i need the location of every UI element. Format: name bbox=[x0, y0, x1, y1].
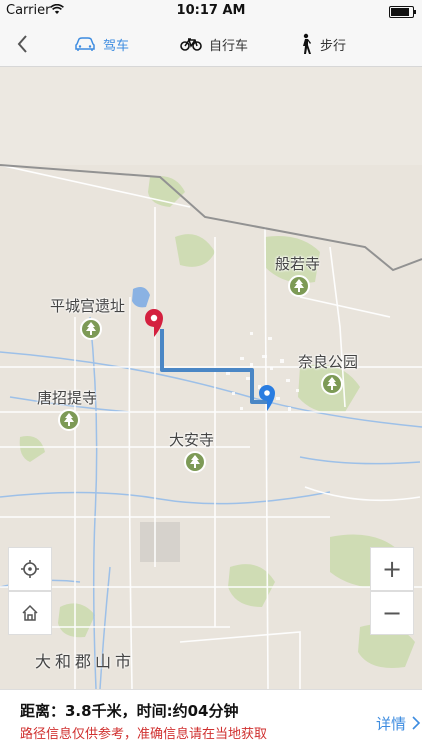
map-view[interactable]: 般若寺 平城宫遗址 奈良公园 唐招提寺 大安寺 大和郡山市 + − bbox=[0, 67, 422, 689]
zoom-out-button[interactable]: − bbox=[370, 591, 414, 635]
tree-icon[interactable] bbox=[58, 409, 80, 431]
map-base bbox=[0, 67, 422, 689]
chevron-left-icon[interactable] bbox=[12, 30, 36, 58]
tab-drive[interactable]: 驾车 bbox=[74, 34, 129, 54]
bicycle-icon bbox=[180, 38, 202, 51]
battery-icon bbox=[389, 6, 416, 18]
walking-person-icon bbox=[303, 33, 311, 54]
poi-label-daianji[interactable]: 大安寺 bbox=[169, 429, 214, 450]
tab-walk-label: 步行 bbox=[320, 38, 347, 54]
battery-level bbox=[391, 8, 409, 16]
poi-label-heijo-palace[interactable]: 平城宫遗址 bbox=[50, 295, 125, 316]
status-time: 10:17 AM bbox=[176, 3, 246, 18]
route-distance-text: 距离：3.8千米，时间:约04分钟 bbox=[20, 702, 239, 720]
poi-label-hannyaji[interactable]: 般若寺 bbox=[275, 253, 320, 274]
car-icon bbox=[75, 37, 95, 51]
tab-drive-label: 驾车 bbox=[103, 38, 130, 54]
tab-walk[interactable]: 步行 bbox=[299, 33, 347, 54]
locate-crosshair-icon bbox=[21, 560, 39, 578]
tab-bicycle[interactable]: 自行车 bbox=[180, 34, 248, 54]
route-info-panel: 距离：3.8千米，时间:约04分钟 路径信息仅供参考，准确信息请在当地获取 详情 bbox=[0, 689, 422, 751]
poi-label-toshodaiji[interactable]: 唐招提寺 bbox=[37, 387, 97, 408]
zoom-in-button[interactable]: + bbox=[370, 547, 414, 591]
status-bar: Carrier 10:17 AM bbox=[0, 0, 422, 22]
details-link[interactable]: 详情 bbox=[376, 713, 421, 734]
tree-icon[interactable] bbox=[321, 373, 343, 395]
home-icon bbox=[22, 604, 38, 621]
locate-button[interactable] bbox=[8, 547, 52, 591]
home-button[interactable] bbox=[8, 591, 52, 635]
chevron-right-icon bbox=[412, 716, 420, 730]
route-notice-text: 路径信息仅供参考，准确信息请在当地获取 bbox=[20, 727, 268, 742]
details-label: 详情 bbox=[376, 715, 407, 733]
nav-bar: 驾车 自行车 步行 bbox=[0, 22, 422, 67]
city-label: 大和郡山市 bbox=[35, 652, 136, 671]
poi-label-nara-park[interactable]: 奈良公园 bbox=[298, 351, 358, 372]
tree-icon[interactable] bbox=[288, 275, 310, 297]
tab-bicycle-label: 自行车 bbox=[209, 38, 249, 54]
tree-icon[interactable] bbox=[184, 451, 206, 473]
tree-icon[interactable] bbox=[80, 318, 102, 340]
grey-block bbox=[140, 522, 180, 562]
